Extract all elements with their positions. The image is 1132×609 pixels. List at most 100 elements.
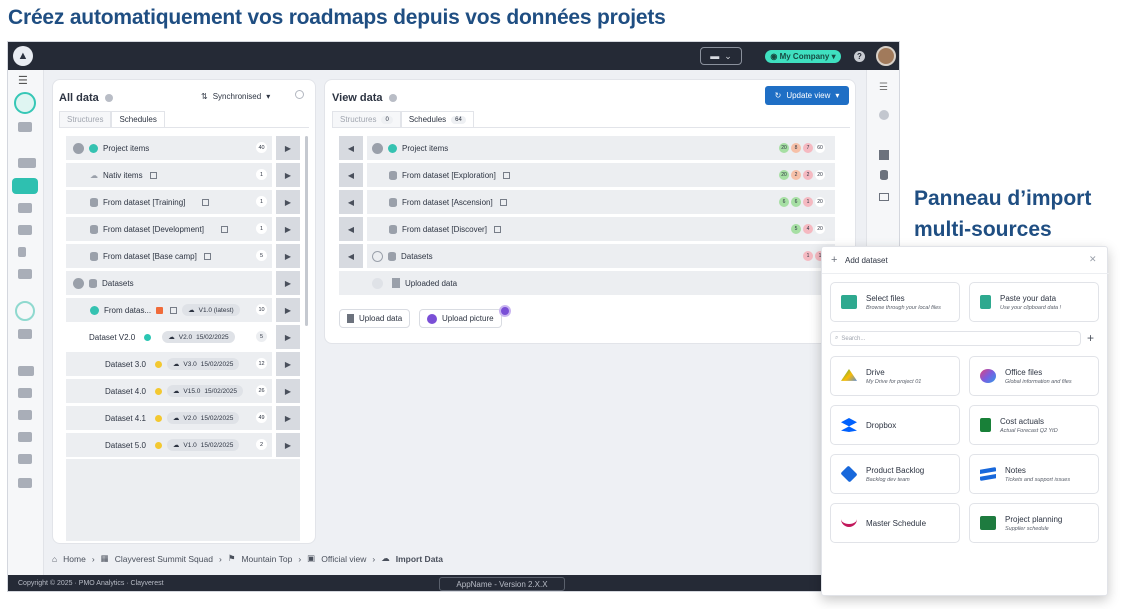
search-input[interactable]: ⌕ Search... [830,331,1081,346]
add-arrow-button[interactable]: ▶ [276,325,300,349]
tab-structures[interactable]: Structures 0 [332,111,401,127]
add-arrow-button[interactable]: ▶ [276,217,300,241]
close-icon[interactable]: ✕ [1089,254,1097,265]
upload-data-button[interactable]: Upload data [339,309,411,328]
hierarchy-icon[interactable] [879,150,889,160]
add-arrow-button[interactable]: ▶ [276,190,300,214]
view-row-uploaded-data[interactable]: Uploaded data [339,271,835,295]
add-arrow-button[interactable]: ▶ [276,163,300,187]
external-link-icon[interactable] [202,198,210,206]
collapse-icon[interactable] [372,142,383,154]
roadmap-icon[interactable] [14,92,36,114]
card-product-backlog[interactable]: Product Backlog Backlog dev team [830,454,960,494]
row-dataset-3[interactable]: Dataset 3.0 ☁ V3.0 15/02/2025 12 [66,352,272,376]
help-icon[interactable]: ? [854,51,865,62]
grid-icon[interactable] [18,122,32,132]
view-row-discover[interactable]: From dataset [Discover] 5 4 20 [367,217,835,241]
row-dataset-4-1[interactable]: Dataset 4.1 ☁ V2.0 15/02/2025 49 [66,406,272,430]
add-arrow-button[interactable]: ▶ [276,352,300,376]
expand-icon[interactable] [372,250,383,262]
breadcrumb-home[interactable]: Home [63,554,86,564]
update-view-button[interactable]: ↻ Update view ▾ [765,86,849,105]
import-icon[interactable] [12,178,38,194]
row-dataset-development[interactable]: From dataset [Development] 1 [66,217,272,241]
row-dataset-5[interactable]: Dataset 5.0 ☁ V1.0 15/02/2025 2 [66,433,272,457]
remove-arrow-button[interactable]: ◀ [339,217,363,241]
view-row-exploration[interactable]: From dataset [Exploration] 20 2 2 20 [367,163,835,187]
book-icon[interactable] [879,193,889,201]
external-link-icon[interactable] [499,198,507,206]
zoom-in-icon[interactable] [18,432,32,442]
breadcrumb-project[interactable]: Mountain Top [241,554,292,564]
row-dataset-latest[interactable]: From datas... ☁ V1.0 (latest) 10 [66,298,272,322]
collapse-icon[interactable] [73,277,84,289]
list-icon[interactable]: ☰ [879,82,888,93]
row-nativ-items[interactable]: ☁ Nativ items 1 [66,163,272,187]
row-dataset-base-camp[interactable]: From dataset [Base camp] 5 [66,244,272,268]
row-dataset-training[interactable]: From dataset [Training] 1 [66,190,272,214]
view-row-datasets[interactable]: Datasets 1 1 [367,244,835,268]
folder-icon[interactable] [18,225,32,235]
language-selector[interactable]: ▬ ⌄ [700,47,742,65]
scrollbar[interactable] [305,136,308,326]
database-icon[interactable] [880,170,888,180]
upload-picture-button[interactable]: Upload picture [419,309,502,328]
external-link-icon[interactable] [502,171,510,179]
add-arrow-button[interactable]: ▶ [276,244,300,268]
collapse-icon[interactable] [73,142,84,154]
card-office-files[interactable]: Office files Global information and files [969,356,1099,396]
sync-selector[interactable]: ⇅ Synchronised ▾ [201,92,270,101]
save-icon[interactable] [18,158,36,168]
card-drive[interactable]: Drive My Drive for project 01 [830,356,960,396]
external-link-icon[interactable] [170,306,178,314]
app-logo[interactable]: ▲ [13,46,33,66]
info-icon[interactable] [388,94,397,102]
extension-icon[interactable] [18,478,32,488]
remove-arrow-button[interactable]: ◀ [339,136,363,160]
row-dataset-v2[interactable]: Dataset V2.0 ☁ V2.0 15/02/2025 5 [66,325,272,349]
external-link-icon[interactable] [493,225,501,233]
card-select-files[interactable]: Select files Browse through your local fi… [830,282,960,322]
add-arrow-button[interactable]: ▶ [276,298,300,322]
avatar[interactable] [876,46,896,66]
palette-icon[interactable] [879,110,889,120]
add-arrow-button[interactable]: ▶ [276,433,300,457]
chart-icon[interactable] [18,388,32,398]
tab-schedules[interactable]: Schedules 64 [400,111,474,127]
card-cost-actuals[interactable]: Cost actuals Actual Forecast Q2 YtD [969,405,1099,445]
external-link-icon[interactable] [203,252,211,260]
card-project-planning[interactable]: Project planning Supplier schedule [969,503,1099,543]
add-arrow-button[interactable]: ▶ [276,136,300,160]
remove-arrow-button[interactable]: ◀ [339,190,363,214]
add-arrow-button[interactable]: ▶ [276,406,300,430]
external-link-icon[interactable] [220,225,228,233]
remove-arrow-button[interactable]: ◀ [339,163,363,187]
share-icon[interactable] [18,247,26,257]
external-link-icon[interactable] [149,171,157,179]
view-row-ascension[interactable]: From dataset [Ascension] 6 6 1 20 [367,190,835,214]
card-notes[interactable]: Notes Tickets and support issues [969,454,1099,494]
breadcrumb-view[interactable]: Official view [321,554,366,564]
card-dropbox[interactable]: Dropbox [830,405,960,445]
settings-icon[interactable] [18,366,34,376]
breadcrumb-team[interactable]: Clayverest Summit Squad [115,554,213,564]
row-project-items[interactable]: Project items 40 [66,136,272,160]
tab-schedules[interactable]: Schedules [111,111,165,127]
add-arrow-button[interactable]: ▶ [276,271,300,295]
apps-icon[interactable] [18,329,32,339]
menu-icon[interactable]: ☰ [18,74,28,87]
card-paste-data[interactable]: Paste your data Use your clipboard data ! [969,282,1099,322]
database-icon[interactable] [18,203,32,213]
team-icon[interactable] [18,410,32,420]
card-master-schedule[interactable]: Master Schedule [830,503,960,543]
add-source-button[interactable]: + [1087,331,1094,345]
row-datasets[interactable]: Datasets [66,271,272,295]
remove-arrow-button[interactable]: ◀ [339,244,363,268]
search-icon[interactable] [295,90,304,99]
plugin-icon[interactable] [18,269,32,279]
tab-structures[interactable]: Structures [59,111,112,127]
add-arrow-button[interactable]: ▶ [276,379,300,403]
zoom-out-icon[interactable] [18,454,32,464]
company-selector[interactable]: ◉ My Company ▾ [765,50,841,63]
view-row-project-items[interactable]: Project items 20 8 7 60 [367,136,835,160]
